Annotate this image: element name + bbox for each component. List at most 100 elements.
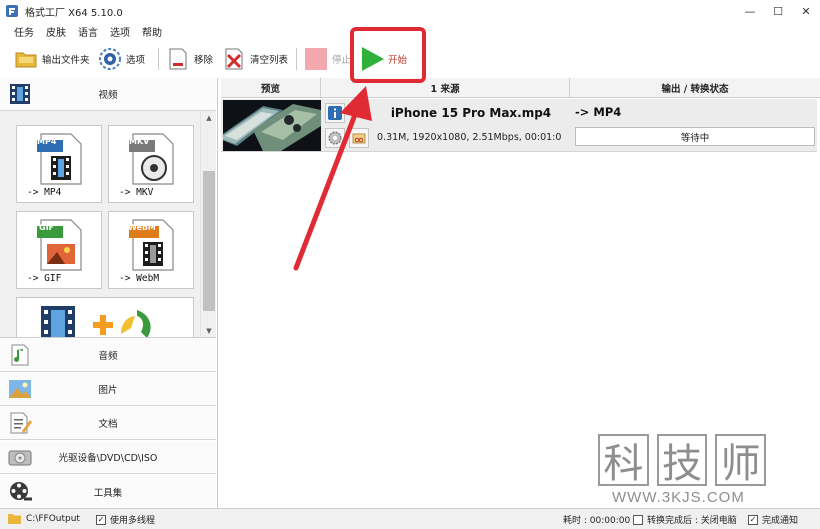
stop-icon: [305, 48, 327, 70]
info-icon: [328, 106, 342, 120]
category-video[interactable]: 视频: [0, 78, 216, 111]
remove-label: 移除: [194, 55, 214, 66]
close-button[interactable]: ✕: [792, 0, 820, 22]
status-text: 等待中: [680, 132, 710, 144]
title-bar: 格式工厂 X64 5.10.0 — ☐ ✕: [0, 0, 820, 22]
category-image-label: 图片: [98, 385, 118, 396]
category-disc[interactable]: 光驱设备\DVD\CD\ISO: [0, 441, 216, 474]
multithread-label: 使用多线程: [110, 516, 156, 526]
webm-badge: WebM: [128, 223, 156, 232]
menu-language[interactable]: 语言: [78, 24, 98, 39]
stop-label: 停止: [332, 55, 352, 66]
remove-file-icon: [169, 48, 187, 70]
window-title: 格式工厂 X64 5.10.0: [25, 8, 123, 19]
category-audio[interactable]: 音频: [0, 339, 216, 372]
video-preview-thumbnail: [223, 100, 321, 151]
watermark-url: WWW.3KJS.COM: [612, 489, 745, 506]
music-note-icon: [11, 344, 29, 366]
output-folder-button[interactable]: 输出文件夹: [14, 47, 90, 71]
toolbar-separator: [158, 48, 159, 70]
minimize-button[interactable]: —: [736, 0, 764, 22]
source-file-info: 0.31M, 1920x1080, 2.51Mbps, 00:01:0: [377, 132, 562, 143]
output-path-text: C:\FFOutput: [26, 513, 80, 524]
video-format-grid: MP4 -> MP4 MKV -> MKV GIF -> GIF WebM ->…: [0, 111, 216, 338]
options-button[interactable]: 选项: [98, 47, 145, 71]
after-convert-checkbox[interactable]: 转换完成后 : 关闭电脑: [633, 513, 737, 526]
category-image[interactable]: 图片: [0, 373, 216, 406]
format-tile-mp4[interactable]: MP4 -> MP4: [16, 125, 102, 203]
document-pencil-icon: [10, 412, 32, 434]
options-label: 选项: [126, 55, 146, 66]
mp4-badge: MP4: [37, 137, 57, 146]
format-tile-merge-video[interactable]: [16, 297, 194, 337]
video-merge-icon: [41, 306, 151, 337]
gif-badge: GIF: [39, 223, 55, 232]
format-tile-gif[interactable]: GIF -> GIF: [16, 211, 102, 289]
multithread-check-icon: ✓: [96, 514, 106, 525]
folder-icon: [15, 52, 37, 68]
category-panel: 视频 MP4 -> MP4 MKV -> MKV GIF -> GIF WebM…: [0, 78, 218, 508]
after-convert-label: 转换完成后 : 关闭电脑: [647, 516, 737, 526]
minimize-icon: —: [744, 4, 756, 18]
settings-gear-icon: [328, 131, 342, 145]
media-info-button[interactable]: [325, 103, 345, 123]
menu-skin[interactable]: 皮肤: [46, 24, 66, 39]
format-tile-mkv-label: -> MKV: [119, 187, 154, 198]
category-audio-label: 音频: [98, 351, 118, 362]
watermark-char: 技: [656, 434, 708, 487]
clip-scissors-icon: [352, 133, 366, 144]
toolbar-separator: [296, 48, 297, 70]
clip-edit-button[interactable]: [349, 128, 369, 148]
category-disc-label: 光驱设备\DVD\CD\ISO: [58, 453, 158, 464]
maximize-icon: ☐: [773, 4, 783, 18]
status-bar: C:\FFOutput ✓ 使用多线程 耗时 : 00:00:00 转换完成后 …: [0, 508, 820, 529]
mkv-badge: MKV: [129, 137, 150, 146]
watermark-logo: 科 技 师: [598, 434, 774, 487]
column-header-output[interactable]: 输出 / 转换状态: [570, 78, 820, 98]
format-tile-webm[interactable]: WebM -> WebM: [108, 211, 194, 289]
remove-button[interactable]: 移除: [166, 47, 213, 71]
menu-help[interactable]: 帮助: [142, 24, 162, 39]
category-video-label: 视频: [98, 90, 118, 101]
stop-button[interactable]: 停止: [304, 47, 351, 71]
scroll-up-arrow-icon[interactable]: ▲: [201, 111, 216, 125]
film-strip-icon: [10, 84, 30, 104]
image-icon: [9, 380, 31, 398]
output-folder-label: 输出文件夹: [42, 55, 90, 66]
clear-list-label: 清空列表: [250, 55, 289, 66]
column-header-preview[interactable]: 预览: [221, 78, 321, 98]
options-gear-icon: [99, 48, 121, 70]
menu-options[interactable]: 选项: [110, 24, 130, 39]
source-filename: iPhone 15 Pro Max.mp4: [390, 106, 552, 120]
menu-task[interactable]: 任务: [14, 24, 34, 39]
scroll-down-arrow-icon[interactable]: ▼: [201, 324, 216, 337]
table-row[interactable]: iPhone 15 Pro Max.mp4 0.31M, 1920x1080, …: [221, 99, 817, 152]
after-convert-check-icon: [633, 514, 643, 525]
conversion-status: 等待中: [575, 127, 815, 146]
output-settings-button[interactable]: [325, 128, 345, 148]
format-tile-mkv[interactable]: MKV -> MKV: [108, 125, 194, 203]
elapsed-time-text: 耗时 : 00:00:00: [563, 516, 631, 526]
category-document[interactable]: 文档: [0, 407, 216, 440]
watermark-char: 科: [598, 434, 649, 487]
multithread-checkbox[interactable]: ✓ 使用多线程: [96, 513, 155, 526]
format-tile-webm-label: -> WebM: [119, 273, 160, 284]
category-document-label: 文档: [98, 419, 118, 430]
category-tools[interactable]: 工具集: [0, 475, 216, 508]
scrollbar-thumb[interactable]: [203, 171, 215, 311]
maximize-button[interactable]: ☐: [764, 0, 792, 22]
video-grid-scrollbar[interactable]: ▲ ▼: [200, 111, 216, 337]
format-tile-mp4-label: -> MP4: [27, 187, 62, 198]
category-tools-label: 工具集: [93, 487, 123, 499]
elapsed-time: 耗时 : 00:00:00: [563, 513, 630, 526]
phone-preview-image: [223, 100, 321, 151]
notify-label: 完成通知: [762, 516, 799, 526]
notify-checkbox[interactable]: ✓ 完成通知: [748, 513, 798, 526]
output-path-display[interactable]: C:\FFOutput: [8, 513, 80, 524]
clear-list-button[interactable]: 清空列表: [222, 47, 288, 71]
watermark-char: 师: [715, 434, 767, 487]
output-format: -> MP4: [575, 105, 622, 119]
film-reel-tools-icon: [10, 482, 32, 501]
disc-drive-icon: [8, 450, 32, 466]
app-logo-icon: [6, 5, 18, 17]
